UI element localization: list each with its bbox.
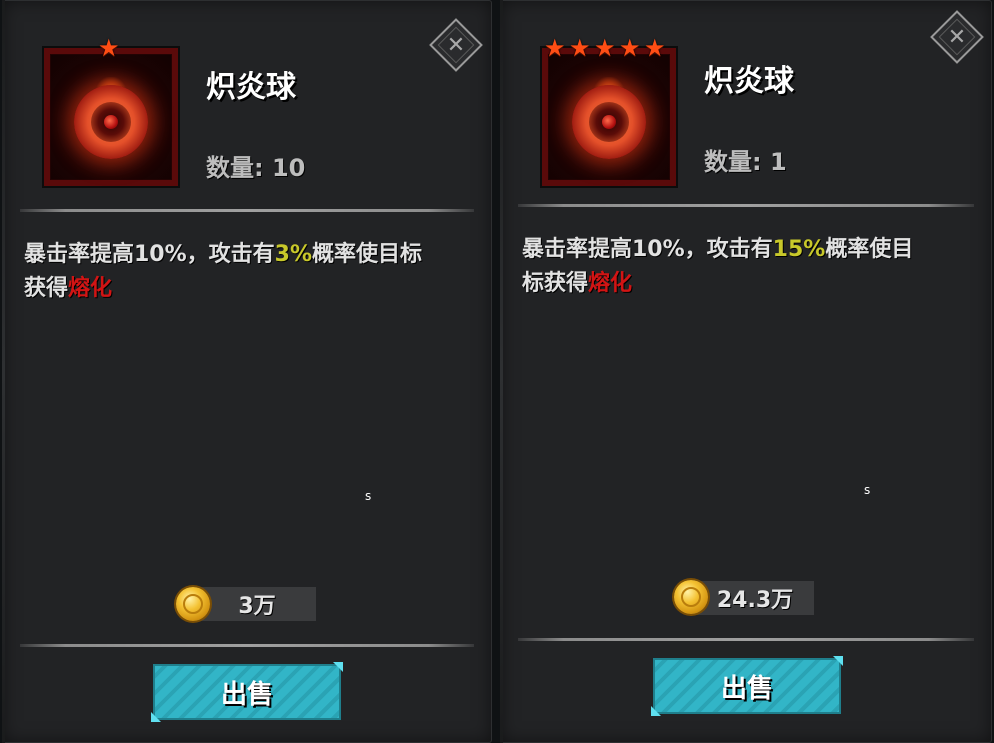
- item-name: 炽炎球: [704, 64, 794, 99]
- button-corner: [151, 712, 161, 722]
- item-name: 炽炎球: [206, 70, 296, 105]
- fire-orb-icon: [572, 85, 646, 159]
- desc-text: 标获得: [522, 271, 589, 296]
- item-description: 暴击率提高10%，攻击有15%概率使目 标获得熔化: [522, 233, 972, 301]
- item-icon-frame: [540, 46, 678, 188]
- item-icon-background: [548, 54, 670, 180]
- divider-top: [518, 204, 974, 207]
- desc-effect: 熔化: [588, 271, 633, 296]
- button-corner: [651, 706, 661, 716]
- divider-bottom: [518, 638, 974, 641]
- close-icon: ✕: [446, 32, 466, 58]
- item-quantity: 数量: 1: [704, 148, 787, 176]
- gold-coin-icon: [674, 580, 708, 614]
- sell-button-label: 出售: [220, 679, 273, 710]
- star-rating: ★ ★ ★ ★ ★: [544, 36, 668, 60]
- price-value: 24.3万: [716, 588, 794, 613]
- star-icon: ★: [544, 34, 566, 62]
- close-button[interactable]: ✕: [930, 10, 984, 64]
- gold-coin-icon: [176, 587, 210, 621]
- divider-bottom: [20, 644, 474, 647]
- desc-chance-value: 3%: [274, 242, 313, 267]
- star-icon: ★: [594, 34, 616, 62]
- divider-top: [20, 209, 474, 212]
- close-icon: ✕: [947, 24, 967, 50]
- stray-text: s: [864, 483, 871, 497]
- desc-text: 概率使目: [825, 237, 914, 262]
- desc-text: 暴击率提高10%，攻击有: [24, 242, 275, 267]
- item-icon-frame: [42, 46, 180, 188]
- price-box: 24.3万: [696, 581, 814, 615]
- stray-text: s: [365, 489, 372, 503]
- close-button[interactable]: ✕: [429, 18, 483, 72]
- star-icon: ★: [644, 34, 666, 62]
- desc-chance-value: 15%: [772, 237, 826, 262]
- panel-edge: [2, 0, 5, 743]
- panel-edge: [500, 0, 503, 743]
- price-box: 3万: [198, 587, 316, 621]
- item-quantity: 数量: 10: [206, 154, 306, 182]
- sell-button[interactable]: 出售: [151, 662, 343, 722]
- sell-button[interactable]: 出售: [651, 656, 843, 716]
- button-corner: [333, 662, 343, 672]
- star-icon: ★: [619, 34, 641, 62]
- item-icon-background: [50, 54, 172, 180]
- desc-text: 暴击率提高10%，攻击有: [522, 237, 773, 262]
- desc-text: 获得: [24, 276, 69, 301]
- item-detail-panel-1: ★ 炽炎球 数量: 10 ✕ 暴击率提高10%，攻击有3%概率使目标 获得熔化 …: [2, 0, 492, 743]
- sell-button-label: 出售: [720, 673, 773, 704]
- item-description: 暴击率提高10%，攻击有3%概率使目标 获得熔化: [24, 238, 474, 306]
- desc-text: 概率使目标: [312, 242, 423, 267]
- fire-orb-icon: [74, 85, 148, 159]
- star-rating: ★: [98, 36, 122, 60]
- item-detail-panel-2: ★ ★ ★ ★ ★ 炽炎球 数量: 1 ✕ 暴击率提高10%，攻击有15%概率使…: [500, 0, 992, 743]
- button-corner: [833, 656, 843, 666]
- star-icon: ★: [98, 34, 120, 62]
- desc-effect: 熔化: [68, 276, 113, 301]
- price-value: 3万: [238, 594, 276, 619]
- star-icon: ★: [569, 34, 591, 62]
